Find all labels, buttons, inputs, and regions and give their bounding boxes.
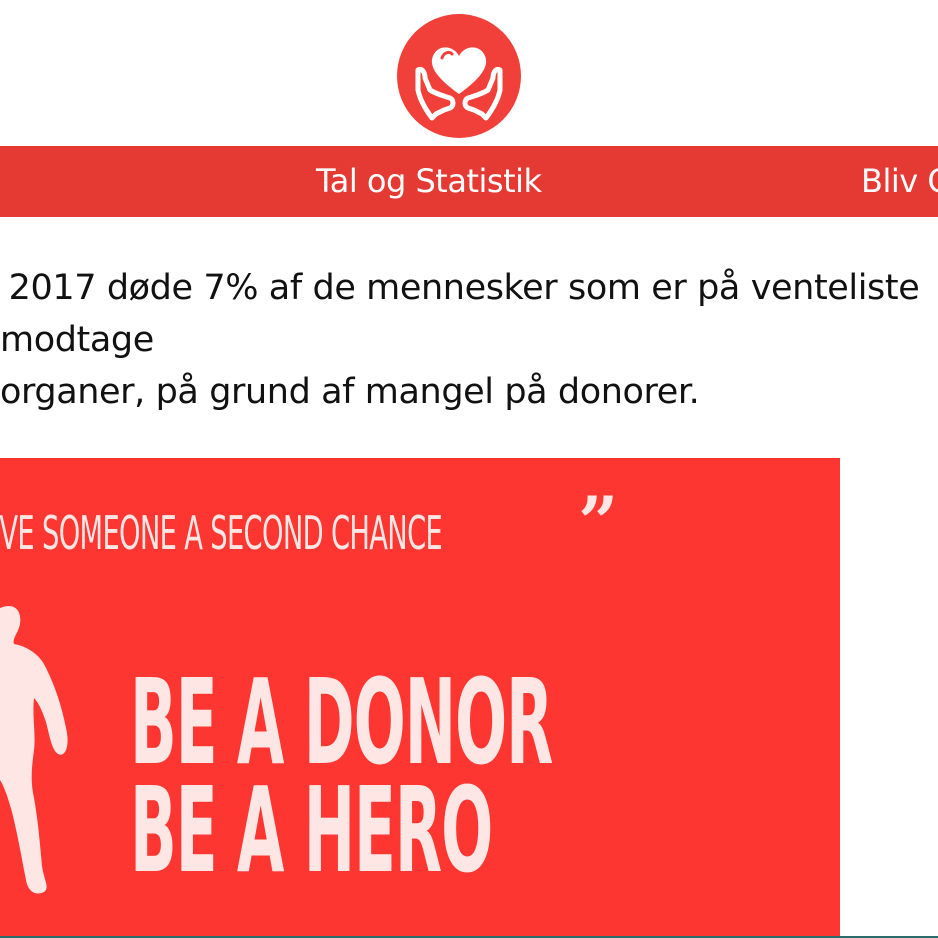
close-quote-icon: ”	[578, 481, 619, 564]
nav-bliv-donor[interactable]: Bliv C	[861, 146, 938, 217]
intro-paragraph: I 2017 døde 7% af de mennesker som er på…	[0, 262, 938, 418]
headline-line-1: BE A DONOR	[130, 653, 553, 791]
main-navbar: Tal og Statistik Bliv C	[0, 146, 938, 217]
banner-tagline: IVE SOMEONE A SECOND CHANCE	[0, 506, 443, 560]
headline-line-2: BE A HERO	[130, 761, 493, 899]
intro-line-3: organer, på grund af mangel på donorer.	[0, 372, 700, 412]
be-a-donor-banner: IVE SOMEONE A SECOND CHANCE ” BE A DONOR…	[0, 458, 840, 938]
banner-headline: BE A DONOR BE A HERO	[130, 653, 553, 899]
hero-silhouette-icon	[0, 605, 68, 894]
nav-tal-og-statistik[interactable]: Tal og Statistik	[316, 146, 542, 217]
intro-line-2: modtage	[0, 320, 154, 360]
heart-hands-logo[interactable]	[394, 14, 524, 138]
heart-hands-icon	[397, 14, 521, 138]
intro-line-1: I 2017 døde 7% af de mennesker som er på…	[0, 268, 920, 308]
